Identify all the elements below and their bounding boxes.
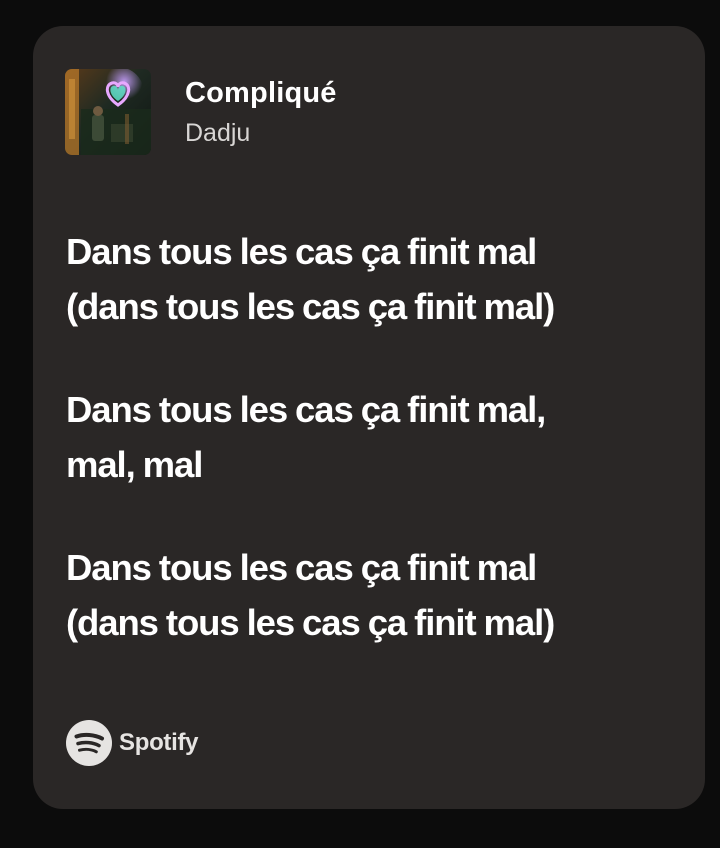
lyric-line: mal, mal [66, 444, 203, 485]
track-header: Compliqué Dadju [65, 69, 337, 155]
lyric-line: (dans tous les cas ça finit mal) [66, 602, 555, 643]
track-artist: Dadju [185, 119, 251, 147]
track-meta: Compliqué Dadju [185, 75, 337, 149]
lyric-line: (dans tous les cas ça finit mal) [66, 286, 555, 327]
lyric-line: Dans tous les cas ça finit mal [66, 231, 537, 272]
lyrics-stanza: Dans tous les cas ça finit mal, mal, mal [66, 382, 691, 492]
lyric-line: Dans tous les cas ça finit mal, [66, 389, 546, 430]
lyrics-block: Dans tous les cas ça finit mal (dans tou… [66, 224, 691, 650]
lyrics-stanza: Dans tous les cas ça finit mal (dans tou… [66, 224, 691, 334]
track-title: Compliqué [185, 77, 337, 109]
lyrics-stanza: Dans tous les cas ça finit mal (dans tou… [66, 540, 691, 650]
spotify-logo-icon [66, 720, 112, 766]
lyrics-share-card: Compliqué Dadju Dans tous les cas ça fin… [33, 26, 705, 809]
album-cover [65, 69, 151, 155]
spotify-branding: Spotify [66, 720, 199, 766]
album-cover-art-icon [65, 69, 151, 155]
spotify-wordmark: Spotify [119, 729, 199, 756]
lyric-line: Dans tous les cas ça finit mal [66, 547, 537, 588]
